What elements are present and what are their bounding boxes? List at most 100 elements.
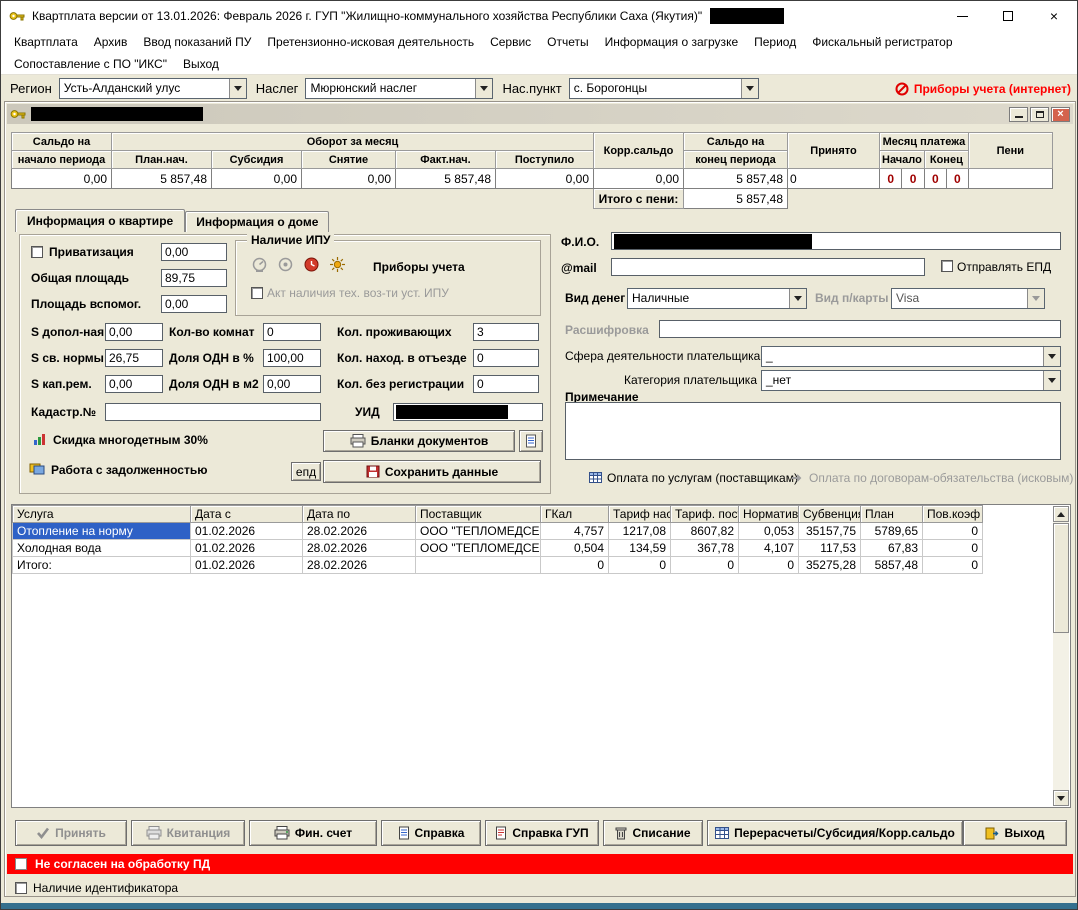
service-row[interactable]: Холодная вода 01.02.2026 28.02.2026 ООО … — [13, 540, 1054, 557]
meters-internet-link[interactable]: Приборы учета (интернет) — [895, 82, 1071, 96]
services-cell[interactable]: 01.02.2026 — [191, 540, 303, 557]
act-ipu-checkbox[interactable] — [251, 287, 263, 299]
odn-pct-field[interactable] — [263, 349, 321, 367]
privatization-checkbox[interactable] — [31, 246, 43, 258]
payer-category-select[interactable]: _нет — [761, 370, 1061, 391]
note-textarea[interactable] — [565, 402, 1061, 460]
accept-button[interactable]: Принять — [15, 820, 127, 846]
scroll-up-button[interactable] — [1053, 506, 1069, 522]
services-cell[interactable]: Отопление на норму — [13, 523, 191, 540]
dropdown-button[interactable] — [475, 79, 492, 98]
region-select[interactable]: Усть-Алданский улус — [59, 78, 247, 99]
decode-field[interactable] — [659, 320, 1061, 338]
services-cell[interactable]: 117,53 — [799, 540, 861, 557]
menubar-item[interactable]: Фискальный регистратор — [804, 32, 960, 52]
maximize-button[interactable] — [985, 1, 1031, 31]
services-cell[interactable]: 28.02.2026 — [303, 557, 416, 574]
dropdown-button[interactable] — [741, 79, 758, 98]
receipt-button[interactable]: Квитанция — [131, 820, 245, 846]
dropdown-button[interactable] — [1043, 371, 1060, 390]
services-header-cell[interactable]: Услуга — [13, 506, 191, 523]
document-blanks-button[interactable]: Бланки документов — [323, 430, 515, 452]
dropdown-button[interactable] — [1027, 289, 1044, 308]
identifier-checkbox[interactable] — [15, 882, 27, 894]
spravka-button[interactable]: Справка — [381, 820, 481, 846]
services-cell[interactable]: 0 — [739, 557, 799, 574]
consent-checkbox[interactable] — [15, 858, 27, 870]
debt-work-label[interactable]: Работа с задолженностью — [51, 463, 207, 477]
spravka-gup-button[interactable]: Справка ГУП — [485, 820, 599, 846]
menubar-item[interactable]: Сервис — [482, 32, 539, 52]
child-close-button[interactable]: × — [1051, 107, 1070, 122]
services-cell[interactable]: 01.02.2026 — [191, 557, 303, 574]
vertical-scrollbar[interactable] — [1053, 506, 1069, 806]
s-add-field[interactable] — [105, 323, 163, 341]
services-cell[interactable]: 0 — [609, 557, 671, 574]
services-cell[interactable]: 4,107 — [739, 540, 799, 557]
fin-account-button[interactable]: Фин. счет — [249, 820, 377, 846]
pay-by-contracts-link[interactable]: Оплата по договорам-обязательства (исков… — [809, 471, 1073, 485]
document-button[interactable] — [519, 430, 543, 452]
menubar-item[interactable]: Выход — [175, 54, 227, 74]
save-data-button[interactable]: Сохранить данные — [323, 460, 541, 483]
month-end-month-value[interactable]: 0 — [924, 169, 946, 189]
privatization-field[interactable] — [161, 243, 227, 261]
services-header-cell[interactable]: Субвенция — [799, 506, 861, 523]
services-cell[interactable]: 67,83 — [861, 540, 923, 557]
services-header-cell[interactable]: Тариф нас. — [609, 506, 671, 523]
services-cell[interactable]: 0,504 — [541, 540, 609, 557]
scrollbar-thumb[interactable] — [1053, 523, 1069, 633]
card-type-select[interactable]: Visa — [891, 288, 1045, 309]
residents-field[interactable] — [473, 323, 539, 341]
mail-field[interactable] — [611, 258, 925, 276]
discount-label[interactable]: Скидка многодетным 30% — [53, 433, 208, 447]
close-button[interactable]: × — [1031, 1, 1077, 31]
month-end-year-value[interactable]: 0 — [946, 169, 968, 189]
s-over-field[interactable] — [105, 349, 163, 367]
services-cell[interactable]: 1217,08 — [609, 523, 671, 540]
services-cell[interactable]: 0 — [671, 557, 739, 574]
dropdown-button[interactable] — [789, 289, 806, 308]
away-field[interactable] — [473, 349, 539, 367]
services-cell[interactable]: Итого: — [13, 557, 191, 574]
dropdown-button[interactable] — [1043, 347, 1060, 366]
money-type-select[interactable]: Наличные — [627, 288, 807, 309]
service-total-row[interactable]: Итого: 01.02.2026 28.02.2026 0 0 0 0 352… — [13, 557, 1054, 574]
scroll-down-button[interactable] — [1053, 790, 1069, 806]
cadastre-field[interactable] — [105, 403, 321, 421]
recalc-subsidy-button[interactable]: Перерасчеты/Субсидия/Корр.сальдо — [707, 820, 963, 846]
menubar-item[interactable]: Сопоставление с ПО "ИКС" — [6, 54, 175, 74]
month-start-year-value[interactable]: 0 — [902, 169, 924, 189]
child-restore-button[interactable] — [1030, 107, 1049, 122]
service-row[interactable]: Отопление на норму 01.02.2026 28.02.2026… — [13, 523, 1054, 540]
menubar-item[interactable]: Квартплата — [6, 32, 86, 52]
services-cell[interactable]: 0 — [923, 557, 983, 574]
dropdown-button[interactable] — [229, 79, 246, 98]
services-cell[interactable]: ООО "ТЕПЛОМЕДСЕРВИ — [416, 540, 541, 557]
month-start-month-value[interactable]: 0 — [880, 169, 902, 189]
services-cell[interactable]: 8607,82 — [671, 523, 739, 540]
services-cell[interactable] — [416, 557, 541, 574]
services-header-cell[interactable]: ГКал — [541, 506, 609, 523]
writeoff-button[interactable]: Списание — [603, 820, 703, 846]
services-cell[interactable]: 134,59 — [609, 540, 671, 557]
services-cell[interactable]: 0 — [541, 557, 609, 574]
odn-m2-field[interactable] — [263, 375, 321, 393]
services-header-cell[interactable]: Тариф. пост — [671, 506, 739, 523]
payer-sphere-select[interactable]: _ — [761, 346, 1061, 367]
services-cell[interactable]: 5789,65 — [861, 523, 923, 540]
accepted-input[interactable] — [788, 171, 879, 187]
services-cell[interactable]: 4,757 — [541, 523, 609, 540]
child-minimize-button[interactable] — [1009, 107, 1028, 122]
peni-value[interactable] — [968, 169, 1052, 189]
total-area-field[interactable] — [161, 269, 227, 287]
menubar-item[interactable]: Период — [746, 32, 804, 52]
epd-button[interactable]: епд — [291, 462, 321, 481]
minimize-button[interactable] — [939, 1, 985, 31]
menubar-item[interactable]: Ввод показаний ПУ — [135, 32, 259, 52]
services-cell[interactable]: 0 — [923, 540, 983, 557]
settlement-select[interactable]: с. Борогонцы — [569, 78, 759, 99]
services-cell[interactable]: 367,78 — [671, 540, 739, 557]
services-cell[interactable]: 0,053 — [739, 523, 799, 540]
menubar-item[interactable]: Претензионно-исковая деятельность — [259, 32, 482, 52]
